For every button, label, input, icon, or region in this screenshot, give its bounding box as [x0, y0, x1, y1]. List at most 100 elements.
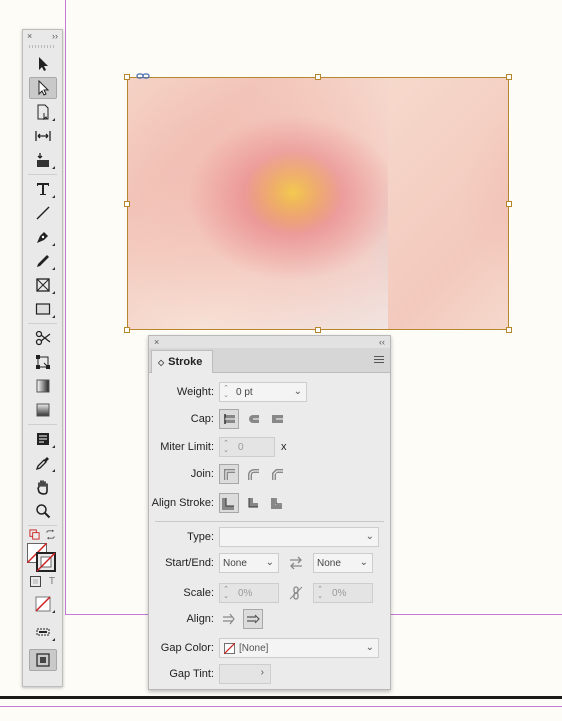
image-frame[interactable] [127, 77, 509, 330]
scale-start-field[interactable]: ⌃ ⌄ 0% [219, 583, 279, 603]
frame-handle-top-right[interactable] [506, 74, 512, 80]
tab-stroke[interactable]: ◇ Stroke [151, 350, 213, 373]
miter-row: Miter Limit: ⌃ ⌄ 0 x [149, 436, 390, 458]
rectangle-tool[interactable] [29, 298, 57, 320]
chevron-down-icon[interactable]: ⌄ [366, 531, 374, 542]
zoom-tool[interactable] [29, 500, 57, 522]
panel-tab-bar: ◇ Stroke [149, 348, 390, 373]
scale-start-value[interactable]: 0% [238, 588, 252, 599]
panel-grip[interactable] [29, 45, 56, 48]
align-row: Align: [149, 608, 390, 630]
chevron-right-icon[interactable]: › [261, 667, 264, 678]
gap-tool[interactable] [29, 125, 57, 147]
stepper-icon[interactable]: ⌃ ⌄ [220, 440, 232, 454]
hand-tool[interactable] [29, 476, 57, 498]
chevron-down-icon[interactable]: ⌄ [294, 386, 302, 397]
chevron-down-icon[interactable]: ⌄ [266, 557, 274, 568]
weight-field[interactable]: ⌃ ⌄ 0 pt ⌄ [219, 382, 307, 402]
direct-selection-tool[interactable] [28, 77, 57, 99]
frame-handle-bottom-middle[interactable] [315, 327, 321, 333]
projecting-cap-button[interactable] [267, 409, 287, 429]
chevron-down-icon[interactable]: ⌄ [366, 642, 374, 653]
rectangle-icon [35, 303, 50, 315]
swap-start-end-icon[interactable] [288, 555, 304, 571]
pen-tool[interactable] [29, 226, 57, 248]
stroke-panel: × ‹‹ ◇ Stroke Weight: ⌃ ⌄ 0 pt ⌄ Cap: Mit… [148, 335, 391, 690]
eyedropper-tool[interactable] [29, 452, 57, 474]
collapse-icon[interactable]: ›› [52, 31, 58, 41]
scissors-tool[interactable] [29, 327, 57, 349]
round-join-button[interactable] [243, 464, 263, 484]
gap-color-dropdown[interactable]: [None] ⌄ [219, 638, 379, 658]
stroke-none-swatch[interactable] [36, 552, 56, 572]
align-stroke-outside-button[interactable] [267, 493, 287, 513]
frame-handle-bottom-left[interactable] [124, 327, 130, 333]
scale-end-field[interactable]: ⌃ ⌄ 0% [313, 583, 373, 603]
gradient-feather-tool[interactable] [29, 399, 57, 421]
close-icon[interactable]: × [27, 31, 32, 41]
default-fill-stroke-icon[interactable] [29, 529, 40, 540]
formatting-text-icon[interactable]: T [49, 576, 55, 587]
close-icon[interactable]: × [154, 337, 159, 347]
weight-value[interactable]: 0 pt [236, 387, 253, 398]
chevron-down-icon[interactable]: ⌄ [360, 557, 368, 568]
stepper-icon[interactable]: ⌃ ⌄ [314, 586, 326, 600]
join-row: Join: [149, 463, 390, 485]
weight-row: Weight: ⌃ ⌄ 0 pt ⌄ [149, 381, 390, 403]
start-dropdown[interactable]: None ⌄ [219, 553, 279, 573]
panel-menu-icon[interactable] [374, 356, 384, 364]
start-value: None [223, 557, 247, 569]
gap-tint-field[interactable]: › [219, 664, 271, 684]
free-transform-tool[interactable] [29, 351, 57, 373]
line-tool[interactable] [29, 202, 57, 224]
link-scale-icon[interactable] [288, 585, 304, 601]
content-collector-tool[interactable] [29, 149, 57, 171]
view-mode-button[interactable] [28, 649, 57, 671]
swap-fill-stroke-icon[interactable] [45, 529, 56, 540]
bevel-join-icon [272, 469, 283, 480]
type-icon [36, 183, 49, 195]
extend-arrow-tip-button[interactable] [219, 609, 239, 629]
round-cap-button[interactable] [243, 409, 263, 429]
stepper-icon[interactable]: ⌃ ⌄ [220, 586, 232, 600]
selection-arrow-icon [38, 57, 48, 71]
eyedropper-icon [35, 457, 49, 471]
frame-handle-middle-right[interactable] [506, 201, 512, 207]
gap-tint-row: Gap Tint: › [149, 663, 390, 685]
miter-limit-field[interactable]: ⌃ ⌄ 0 [219, 437, 275, 457]
page-tool[interactable] [29, 101, 57, 123]
type-tool[interactable] [29, 178, 57, 200]
end-dropdown[interactable]: None ⌄ [313, 553, 373, 573]
fill-stroke-swatches[interactable] [27, 543, 58, 573]
pen-icon [36, 232, 48, 243]
collapse-icon[interactable]: ‹‹ [379, 337, 385, 347]
stepper-icon[interactable]: ⌃ ⌄ [220, 385, 232, 399]
frame-handle-bottom-right[interactable] [506, 327, 512, 333]
screen-mode-button[interactable] [29, 621, 57, 643]
margin-guide-vertical [65, 0, 66, 614]
frame-handle-top-left[interactable] [124, 74, 130, 80]
selection-tool[interactable] [29, 53, 57, 75]
frame-handle-middle-left[interactable] [124, 201, 130, 207]
pencil-tool[interactable] [29, 250, 57, 272]
type-dropdown[interactable]: ⌄ [219, 527, 379, 547]
stroke-panel-header: × ‹‹ [149, 336, 390, 348]
miter-value[interactable]: 0 [238, 442, 244, 453]
bevel-join-button[interactable] [267, 464, 287, 484]
note-tool[interactable] [29, 428, 57, 450]
place-arrow-tip-button[interactable] [243, 609, 263, 629]
expand-options-icon[interactable]: ◇ [158, 358, 164, 367]
round-join-icon [248, 469, 259, 480]
formatting-container-icon[interactable] [30, 576, 41, 587]
miter-join-button[interactable] [219, 464, 239, 484]
frame-handle-top-middle[interactable] [315, 74, 321, 80]
rectangle-frame-tool[interactable] [29, 274, 57, 296]
align-stroke-inside-button[interactable] [243, 493, 263, 513]
align-label: Align: [186, 613, 214, 625]
apply-none-button[interactable] [29, 593, 57, 615]
align-stroke-center-button[interactable] [219, 493, 239, 513]
scale-end-value[interactable]: 0% [332, 588, 346, 599]
gradient-swatch-tool[interactable] [29, 375, 57, 397]
type-label: Type: [187, 531, 214, 543]
butt-cap-button[interactable] [219, 409, 239, 429]
